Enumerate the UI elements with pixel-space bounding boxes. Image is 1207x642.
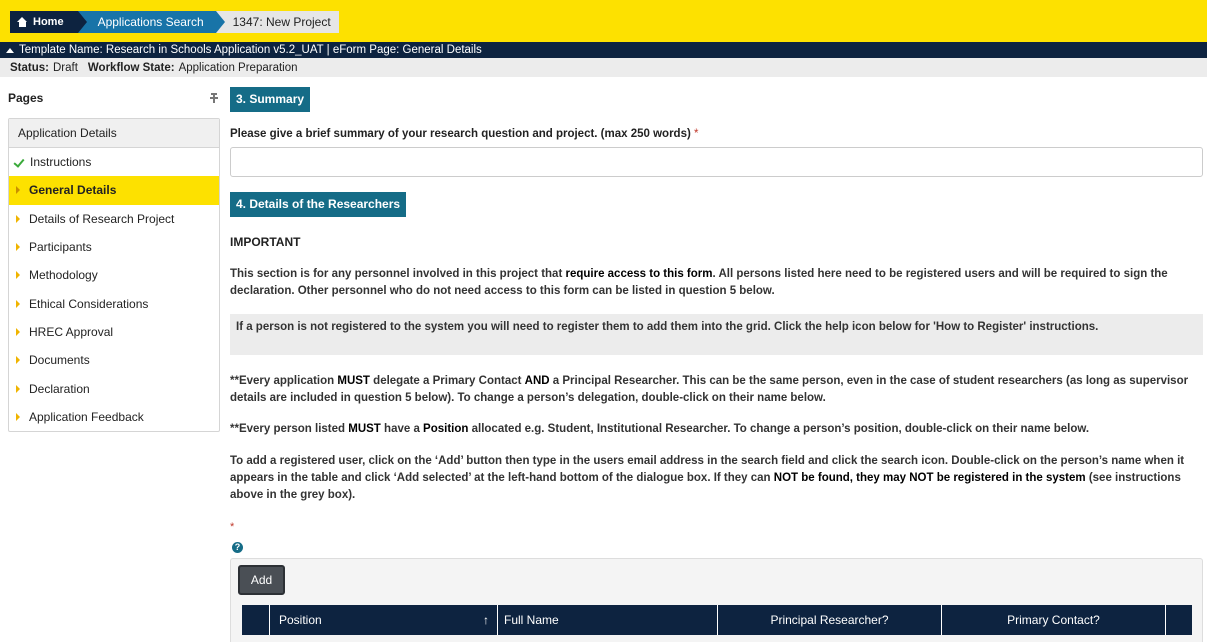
home-icon (17, 17, 28, 27)
summary-input[interactable] (230, 147, 1203, 177)
sidebar-item-participants[interactable]: Participants (9, 233, 219, 261)
paragraph-text: have a (380, 423, 424, 435)
paragraph-text: This section is for any personnel involv… (230, 268, 566, 280)
sidebar-item-methodology[interactable]: Methodology (9, 261, 219, 289)
caret-right-icon (16, 186, 20, 195)
caret-right-icon (16, 327, 20, 336)
paragraph-text: **Every application (230, 375, 338, 387)
paragraph-emphasis: AND (524, 375, 550, 387)
checkmark-icon (14, 156, 26, 168)
pages-title: Pages (8, 91, 44, 105)
paragraph-emphasis: require access to this form (565, 268, 713, 280)
registration-note: If a person is not registered to the sys… (230, 314, 1203, 355)
breadcrumb-search-label: Applications Search (97, 15, 204, 29)
sidebar-item-general-details[interactable]: General Details (9, 176, 219, 205)
position-paragraph: **Every person listed MUST have a Positi… (230, 421, 1195, 438)
breadcrumb-bar: Home Applications Search 1347: New Proje… (0, 0, 1207, 42)
paragraph-emphasis: Position (423, 423, 469, 435)
caret-right-icon (16, 356, 20, 365)
sidebar-item-label: Instructions (30, 155, 92, 170)
sidebar-item-application-feedback[interactable]: Application Feedback (9, 403, 219, 431)
status-value: Draft (52, 61, 78, 74)
help-icon[interactable]: ? (232, 542, 243, 553)
access-paragraph: This section is for any personnel involv… (230, 266, 1195, 300)
sidebar-item-label: General Details (29, 183, 117, 198)
breadcrumb-home-label: Home (33, 16, 64, 28)
section-header-summary: 3. Summary (230, 87, 311, 112)
summary-question-label: Please give a brief summary of your rese… (230, 128, 699, 140)
breadcrumb-current: 1347: New Project (215, 11, 339, 33)
chevron-up-icon[interactable] (6, 47, 14, 53)
template-name: Template Name: Research in Schools Appli… (19, 44, 482, 56)
caret-right-icon (16, 384, 20, 393)
sort-ascending-icon[interactable]: ↑ (483, 613, 489, 627)
paragraph-emphasis: NOT be found, they may NOT be registered… (773, 472, 1086, 484)
breadcrumb-current-label: 1347: New Project (232, 15, 331, 29)
column-header-label: Position (279, 613, 322, 627)
template-bar[interactable]: Template Name: Research in Schools Appli… (0, 42, 1207, 58)
paragraph-text: delegate a Primary Contact (369, 375, 525, 387)
summary-question-text: Please give a brief summary of your rese… (230, 128, 691, 140)
section-header-researchers: 4. Details of the Researchers (230, 192, 407, 217)
delegation-paragraph: **Every application MUST delegate a Prim… (230, 373, 1195, 407)
paragraph-text: allocated e.g. Student, Institutional Re… (468, 423, 1090, 435)
sidebar-item-label: Documents (29, 353, 90, 368)
status-bar: Status: Draft Workflow State: Applicatio… (0, 58, 1207, 77)
paragraph-text: **Every person listed (230, 423, 349, 435)
pages-header: Pages (8, 88, 220, 108)
sidebar-item-label: HREC Approval (29, 324, 114, 339)
column-header-full-name[interactable]: Full Name (498, 605, 718, 635)
breadcrumb-applications-search[interactable]: Applications Search (77, 11, 225, 33)
important-heading: IMPORTANT (230, 235, 301, 249)
researchers-grid: Add Position ↑ Full Name Principal Resea… (230, 558, 1203, 642)
required-mark: * (230, 521, 235, 533)
workflow-value: Application Preparation (178, 61, 298, 74)
sidebar-group-label: Application Details (18, 126, 117, 140)
paragraph-emphasis: MUST (337, 375, 370, 387)
status-label: Status: (10, 61, 49, 74)
sidebar-item-details-of-research-project[interactable]: Details of Research Project (9, 205, 219, 233)
caret-right-icon (16, 299, 20, 308)
caret-right-icon (16, 214, 20, 223)
grid-select-column[interactable] (242, 605, 270, 635)
sidebar-group-application-details[interactable]: Application Details (9, 119, 219, 148)
sidebar-item-label: Application Feedback (29, 409, 144, 424)
caret-right-icon (16, 243, 20, 252)
sidebar-item-documents[interactable]: Documents (9, 346, 219, 374)
breadcrumb: Home Applications Search 1347: New Proje… (10, 11, 339, 33)
sidebar-item-label: Declaration (29, 381, 90, 396)
sidebar-item-label: Ethical Considerations (29, 296, 149, 311)
column-header-label: Full Name (504, 613, 559, 627)
grid-header: Position ↑ Full Name Principal Researche… (242, 605, 1192, 635)
column-header-primary-contact[interactable]: Primary Contact? (942, 605, 1166, 635)
add-user-paragraph: To add a registered user, click on the ‘… (230, 453, 1195, 504)
sidebar-item-declaration[interactable]: Declaration (9, 374, 219, 402)
sidebar: Application Details Instructions General… (8, 118, 220, 432)
add-button[interactable]: Add (238, 565, 285, 595)
column-header-principal-researcher[interactable]: Principal Researcher? (718, 605, 942, 635)
column-header-position[interactable]: Position ↑ (270, 605, 498, 635)
required-mark: * (694, 128, 699, 140)
sidebar-item-ethical-considerations[interactable]: Ethical Considerations (9, 289, 219, 317)
registration-note-text: If a person is not registered to the sys… (236, 321, 1099, 333)
sidebar-item-hrec-approval[interactable]: HREC Approval (9, 318, 219, 346)
column-header-label: Principal Researcher? (770, 613, 889, 627)
pin-icon[interactable] (208, 92, 220, 104)
breadcrumb-home[interactable]: Home (10, 11, 87, 33)
sidebar-item-label: Participants (29, 240, 92, 255)
caret-right-icon (16, 412, 20, 421)
workflow-label: Workflow State: (87, 61, 175, 74)
sidebar-item-label: Details of Research Project (29, 211, 175, 226)
grid-header-filler (1166, 605, 1192, 635)
paragraph-emphasis: MUST (348, 423, 381, 435)
column-header-label: Primary Contact? (1007, 613, 1100, 627)
sidebar-item-instructions[interactable]: Instructions (9, 148, 219, 176)
sidebar-item-label: Methodology (29, 268, 98, 283)
caret-right-icon (16, 271, 20, 280)
